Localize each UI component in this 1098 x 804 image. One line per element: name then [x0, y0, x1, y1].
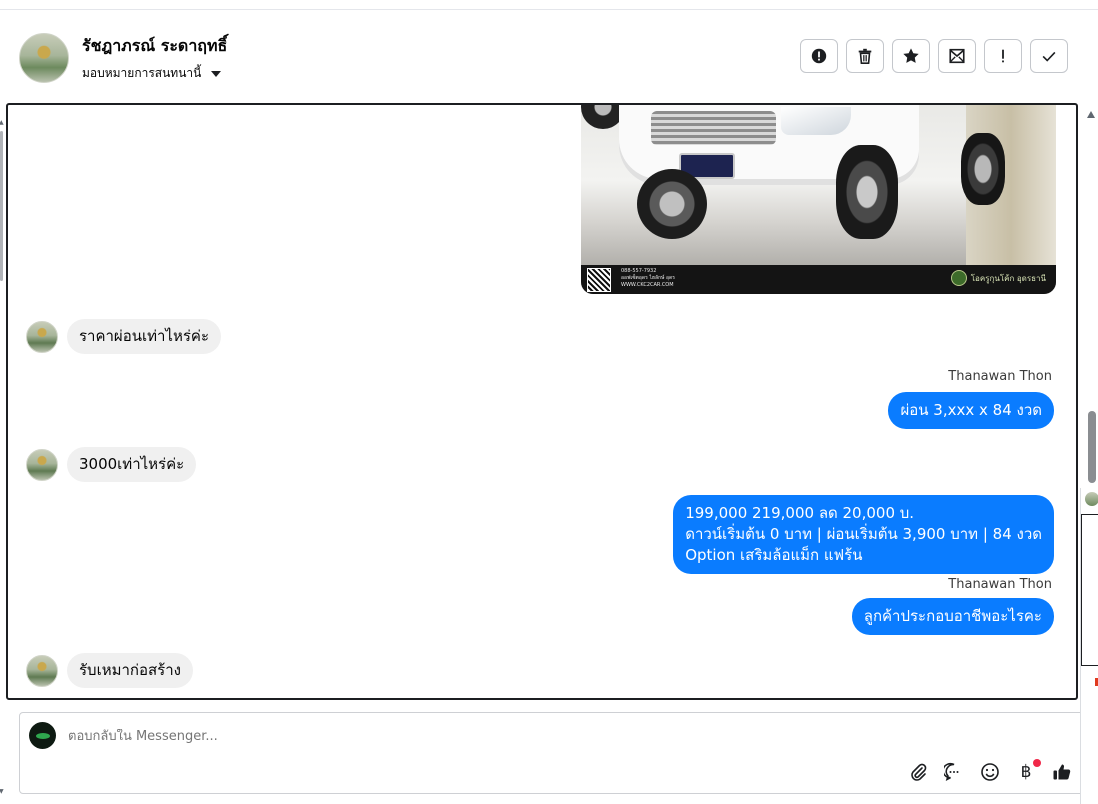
photo-dealer-banner: 088-557-7932 ออฟเซ็ตอุดร ไฮลักษ์ อุดร WW… — [581, 265, 1056, 294]
banner-line: ออฟเซ็ตอุดร ไฮลักษ์ อุดร — [621, 275, 675, 281]
message-row-incoming: รับเหมาก่อสร้าง — [26, 653, 193, 688]
contact-avatar-small[interactable] — [26, 654, 58, 687]
contact-avatar-small[interactable] — [26, 448, 58, 481]
photo-tire-left — [637, 169, 707, 239]
message-bubble-incoming[interactable]: 3000เท่าไหร่ค่ะ — [67, 447, 197, 482]
message-bubble-incoming[interactable]: รับเหมาก่อสร้าง — [67, 653, 193, 688]
message-bubble-outgoing[interactable]: ผ่อน 3,xxx x 84 งวด — [888, 392, 1054, 429]
scroll-up-arrow-icon[interactable]: ▲ — [0, 119, 4, 126]
message-composer: ฿ — [19, 712, 1084, 794]
thumbs-up-icon — [1053, 764, 1071, 780]
contact-name[interactable]: รัชฎาภรณ์ ระดาฤทธิ์ — [82, 34, 227, 59]
envelope-icon — [949, 48, 965, 64]
delete-button[interactable] — [846, 39, 884, 73]
reply-input[interactable] — [68, 729, 968, 744]
thread-scroll-thumb[interactable] — [1088, 411, 1096, 483]
baht-icon: ฿ — [1020, 762, 1032, 782]
star-icon — [903, 48, 919, 63]
mark-unread-button[interactable] — [938, 39, 976, 73]
left-scroll-thumb[interactable] — [0, 131, 3, 281]
header-toolbar — [800, 39, 1068, 73]
brand-logo-icon — [950, 270, 967, 286]
composer-tools: ฿ — [907, 759, 1073, 783]
qr-code — [587, 268, 611, 292]
paperclip-icon — [911, 763, 927, 781]
message-bubble-outgoing[interactable]: ลูกค้าประกอบอาชีพอะไรคะ — [851, 598, 1054, 635]
assign-conversation-dropdown[interactable]: มอบหมายการสนทนานี้ — [82, 64, 222, 83]
like-button[interactable] — [1051, 761, 1073, 783]
banner-brand-text: โอครูกุนโค้ก อุดรธานี — [970, 273, 1046, 283]
important-button[interactable] — [984, 39, 1022, 73]
banner-url: WWW.CKC2CAR.COM — [621, 282, 674, 288]
star-button[interactable] — [892, 39, 930, 73]
photo-headlamp — [781, 107, 851, 135]
left-scrollbar[interactable]: ▲ ▼ — [0, 103, 4, 803]
alert-circle-icon — [811, 48, 827, 64]
message-row-incoming: 3000เท่าไหร่ค่ะ — [26, 447, 197, 482]
emoji-button[interactable] — [979, 761, 1001, 783]
exclamation-icon — [1002, 49, 1004, 63]
check-icon — [1042, 51, 1056, 62]
photo-grille — [651, 111, 776, 145]
message-thread[interactable]: 088-557-7932 ออฟเซ็ตอุดร ไฮลักษ์ อุดร WW… — [6, 103, 1078, 700]
banner-brand: โอครูกุนโค้ก อุดรธานี — [950, 270, 1046, 286]
spam-button[interactable] — [800, 39, 838, 73]
side-panel-edge — [1080, 488, 1098, 804]
message-row-incoming: ราคาผ่อนเท่าไหร่ค่ะ — [26, 319, 222, 354]
saved-replies-button[interactable] — [943, 761, 965, 783]
photo-tire-stack — [961, 133, 1005, 205]
chevron-down-icon — [211, 70, 222, 77]
sender-name: Thanawan Thon — [948, 369, 1052, 384]
page-logo-icon — [35, 732, 50, 739]
banner-phone: 088-557-7932 — [621, 268, 657, 274]
sender-name: Thanawan Thon — [948, 577, 1052, 592]
payment-button[interactable]: ฿ — [1015, 759, 1041, 783]
notification-dot — [1033, 759, 1041, 767]
chat-bubble-icon — [944, 762, 959, 782]
conversation-header: รัชฎาภรณ์ ระดาฤทธิ์ มอบหมายการสนทนานี้ — [0, 10, 1098, 102]
contact-avatar[interactable] — [19, 33, 69, 83]
side-avatar[interactable] — [1085, 492, 1098, 506]
banner-contact-lines: 088-557-7932 ออฟเซ็ตอุดร ไฮลักษ์ อุดร WW… — [621, 268, 675, 289]
car-photo-attachment[interactable]: 088-557-7932 ออฟเซ็ตอุดร ไฮลักษ์ อุดร WW… — [581, 105, 1056, 294]
message-bubble-outgoing[interactable]: 199,000 219,000 ลด 20,000 บ. ดาวน์เริ่มต… — [673, 495, 1054, 574]
assign-label: มอบหมายการสนทนานี้ — [82, 66, 202, 80]
scroll-down-arrow-icon[interactable]: ▼ — [0, 788, 4, 795]
attach-button[interactable] — [907, 761, 929, 783]
photo-tire-right — [836, 145, 898, 239]
page-avatar — [29, 722, 56, 749]
smiley-icon — [981, 763, 999, 781]
scroll-up-arrow-icon[interactable] — [1087, 111, 1095, 118]
message-bubble-incoming[interactable]: ราคาผ่อนเท่าไหร่ค่ะ — [67, 319, 222, 354]
done-button[interactable] — [1030, 39, 1068, 73]
side-panel-box — [1081, 514, 1098, 666]
contact-avatar-small[interactable] — [26, 320, 58, 353]
trash-icon — [858, 48, 872, 65]
